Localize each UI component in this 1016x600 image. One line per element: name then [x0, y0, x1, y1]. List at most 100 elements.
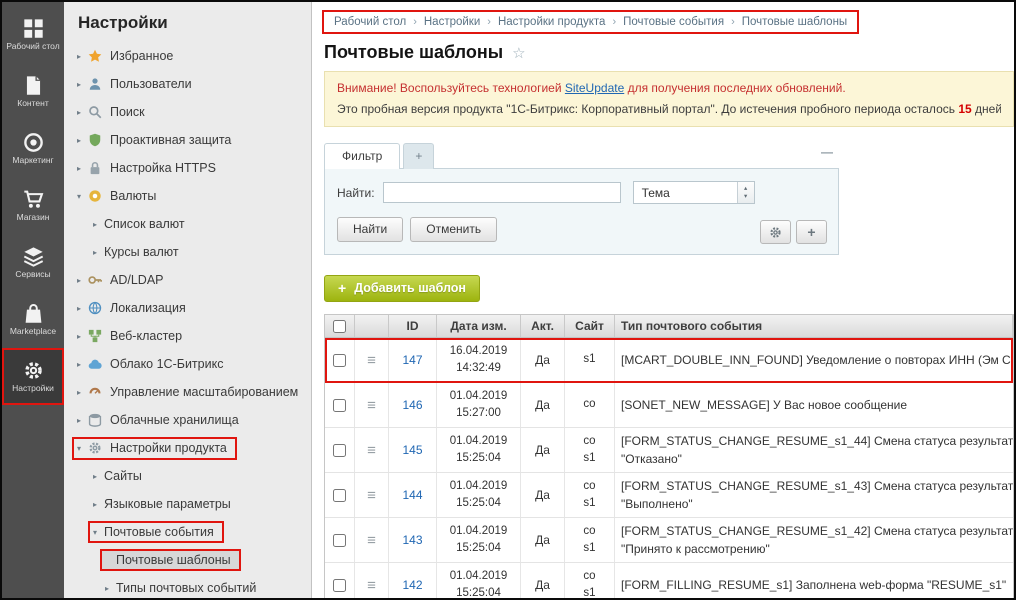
row-id-link[interactable]: 143 — [402, 533, 422, 547]
filter-block: Фильтр + — Найти: Тема ▴▾ Найти Отменить — [324, 143, 839, 255]
menu-item-language-params[interactable]: ▸Языковые параметры — [64, 490, 311, 518]
sidebar-item-label: Магазин — [5, 213, 61, 223]
row-checkbox[interactable] — [333, 489, 346, 502]
arrow-up-icon: ▴ — [744, 185, 747, 193]
minimize-icon[interactable]: — — [821, 145, 833, 159]
row-actions-menu-icon[interactable]: ≡ — [367, 488, 376, 503]
notice-line1: Внимание! Воспользуйтесь технологией Sit… — [337, 78, 1001, 99]
sidebar-item-marketing[interactable]: Маркетинг — [2, 120, 64, 177]
sidebar-item-desktop[interactable]: Рабочий стол — [2, 6, 64, 63]
sidebar-item-marketplace[interactable]: Marketplace — [2, 291, 64, 348]
menu-item-cloud-storage[interactable]: ▸ Облачные хранилища — [64, 406, 311, 434]
menu-item-currency-rates[interactable]: ▸Курсы валют — [64, 238, 311, 266]
row-id-link[interactable]: 147 — [402, 353, 422, 367]
menu-item-ad-ldap[interactable]: ▸AD/LDAP — [64, 266, 311, 294]
menu-item-web-cluster[interactable]: ▸Веб-кластер — [64, 322, 311, 350]
menu-item-label: Локализация — [110, 301, 186, 315]
field-select[interactable]: Тема ▴▾ — [633, 181, 755, 204]
menu-item-mail-event-types[interactable]: ▸Типы почтовых событий — [64, 574, 311, 598]
chevron-right-icon: ▸ — [77, 276, 88, 285]
filter-tab[interactable]: Фильтр — [324, 143, 400, 169]
row-id-link[interactable]: 144 — [402, 488, 422, 502]
id-column-header[interactable]: ID — [389, 315, 437, 337]
row-actions-menu-icon[interactable]: ≡ — [367, 443, 376, 458]
menu-item-label: Поиск — [110, 105, 145, 119]
grid-body: ≡14716.04.201914:32:49Даs1[MCART_DOUBLE_… — [325, 338, 1013, 598]
notice-line2-tail: дней. Вы можете купить полноф — [972, 102, 1001, 116]
filter-settings-button[interactable] — [760, 220, 791, 244]
shop-icon — [23, 189, 44, 210]
menu-item-currencies[interactable]: ▾Валюты — [64, 182, 311, 210]
sidebar-item-shop[interactable]: Магазин — [2, 177, 64, 234]
siteupdate-link[interactable]: SiteUpdate — [565, 81, 624, 95]
table-row: ≡14716.04.201914:32:49Даs1[MCART_DOUBLE_… — [325, 338, 1013, 383]
menu-item-product-settings[interactable]: ▾Настройки продукта — [64, 434, 311, 462]
row-checkbox[interactable] — [333, 534, 346, 547]
add-filter-tab[interactable]: + — [403, 143, 434, 169]
find-button[interactable]: Найти — [337, 217, 403, 242]
menu-item-label: Проактивная защита — [110, 133, 231, 147]
menu-item-label: Валюты — [110, 189, 156, 203]
active-column-header[interactable]: Акт. — [521, 315, 565, 337]
menu-item-https-settings[interactable]: ▸Настройка HTTPS — [64, 154, 311, 182]
cell-date: 01.04.201915:25:04 — [437, 473, 521, 517]
sidebar-item-content[interactable]: Контент — [2, 63, 64, 120]
row-checkbox[interactable] — [333, 354, 346, 367]
sidebar-item-services[interactable]: Сервисы — [2, 234, 64, 291]
menu-item-users[interactable]: ▸Пользователи — [64, 70, 311, 98]
breadcrumb-item[interactable]: Настройки продукта — [498, 16, 606, 28]
menu-item-mail-events[interactable]: ▾Почтовые события — [64, 518, 311, 546]
sidebar-item-label: Marketplace — [5, 327, 61, 337]
search-label: Найти: — [337, 186, 375, 200]
row-actions-menu-icon[interactable]: ≡ — [367, 578, 376, 593]
search-input[interactable] — [383, 182, 621, 203]
breadcrumb-item[interactable]: Почтовые события — [623, 16, 724, 28]
row-checkbox[interactable] — [333, 579, 346, 592]
row-actions-menu-icon[interactable]: ≡ — [367, 398, 376, 413]
toolbar: + Добавить шаблон — [324, 275, 1014, 302]
breadcrumb-item[interactable]: Настройки — [424, 16, 480, 28]
row-id-link[interactable]: 146 — [402, 398, 422, 412]
row-checkbox[interactable] — [333, 444, 346, 457]
menu-item-scaling[interactable]: ▸Управление масштабированием — [64, 378, 311, 406]
menu-item-proactive-protection[interactable]: ▸Проактивная защита — [64, 126, 311, 154]
cell-type: [FORM_STATUS_CHANGE_RESUME_s1_44] Смена … — [615, 428, 1013, 472]
favorite-star-icon[interactable]: ☆ — [512, 44, 525, 62]
date-column-header[interactable]: Дата изм. — [437, 315, 521, 337]
menu-item-label: Облачные хранилища — [110, 413, 239, 427]
site-column-header[interactable]: Сайт — [565, 315, 615, 337]
breadcrumb-item[interactable]: Рабочий стол — [334, 16, 406, 28]
cell-checkbox — [325, 338, 355, 382]
breadcrumb-item[interactable]: Почтовые шаблоны — [742, 16, 847, 28]
stepper-arrows-icon[interactable]: ▴▾ — [737, 182, 754, 203]
row-id-link[interactable]: 142 — [402, 578, 422, 592]
add-template-button[interactable]: + Добавить шаблон — [324, 275, 480, 302]
type-column-header[interactable]: Тип почтового события — [615, 315, 1013, 337]
select-all-checkbox[interactable] — [333, 320, 346, 333]
sidebar-item-settings[interactable]: Настройки — [2, 348, 64, 405]
users-icon — [88, 77, 104, 92]
menu-item-label: Пользователи — [110, 77, 192, 91]
row-actions-menu-icon[interactable]: ≡ — [367, 353, 376, 368]
chevron-right-icon: ▸ — [77, 108, 88, 117]
row-actions-menu-icon[interactable]: ≡ — [367, 533, 376, 548]
menu-item-localization[interactable]: ▸Локализация — [64, 294, 311, 322]
marketplace-icon — [23, 303, 44, 324]
menu-item-bitrix-cloud[interactable]: ▸Облако 1С-Битрикс — [64, 350, 311, 378]
cell-active: Да — [521, 473, 565, 517]
cell-id: 145 — [389, 428, 437, 472]
menu-item-mail-templates[interactable]: Почтовые шаблоны — [64, 546, 311, 574]
menu-item-currency-list[interactable]: ▸Список валют — [64, 210, 311, 238]
menu-item-search[interactable]: ▸ Поиск — [64, 98, 311, 126]
cluster-icon — [88, 329, 104, 344]
add-filter-field-button[interactable]: + — [796, 220, 827, 244]
row-checkbox[interactable] — [333, 399, 346, 412]
row-id-link[interactable]: 145 — [402, 443, 422, 457]
chevron-right-icon: ▸ — [77, 416, 88, 425]
filter-buttons-row: Найти Отменить — [337, 217, 826, 242]
shield-icon — [88, 133, 104, 148]
cancel-button[interactable]: Отменить — [410, 217, 497, 242]
header-menu-cell — [355, 315, 389, 337]
menu-item-sites[interactable]: ▸Сайты — [64, 462, 311, 490]
menu-item-favorites[interactable]: ▸Избранное — [64, 42, 311, 70]
